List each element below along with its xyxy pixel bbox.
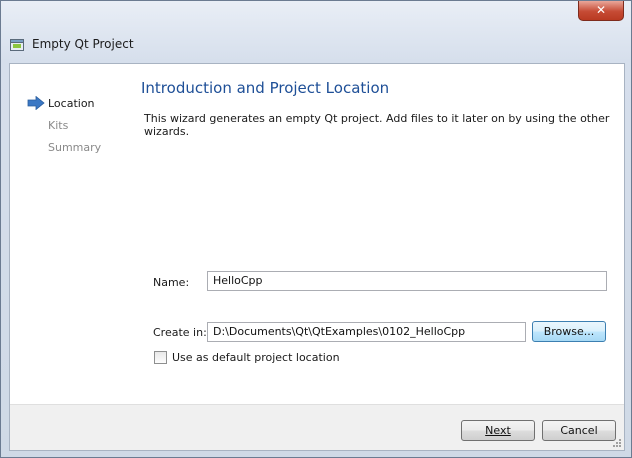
name-label: Name:: [153, 276, 190, 289]
page-description: This wizard generates an empty Qt projec…: [144, 112, 610, 138]
create-in-label: Create in:: [153, 326, 207, 339]
wizard-page: Location Kits Summary Introduction and P…: [10, 64, 624, 404]
sidebar-item-location: Location: [48, 97, 95, 110]
sidebar-item-summary: Summary: [48, 141, 102, 154]
close-button[interactable]: ✕: [578, 1, 624, 21]
resize-grip-icon[interactable]: [612, 438, 622, 448]
wizard-client-area: Location Kits Summary Introduction and P…: [9, 63, 625, 451]
name-field[interactable]: HelloCpp: [207, 271, 607, 291]
default-location-checkbox[interactable]: [154, 351, 167, 364]
next-button[interactable]: Next: [461, 420, 535, 441]
title-bar[interactable]: Empty Qt Project ✕: [1, 1, 631, 63]
create-in-field[interactable]: D:\Documents\Qt\QtExamples\0102_HelloCpp: [207, 322, 526, 342]
window-title: Empty Qt Project: [32, 37, 134, 51]
cancel-button[interactable]: Cancel: [542, 420, 616, 441]
close-icon: ✕: [595, 3, 607, 17]
current-step-arrow-icon: [27, 96, 45, 110]
wizard-window: Empty Qt Project ✕ Location Kits Summary…: [0, 0, 632, 458]
default-location-label[interactable]: Use as default project location: [172, 351, 340, 364]
sidebar-item-kits: Kits: [48, 119, 69, 132]
browse-button[interactable]: Browse...: [532, 321, 606, 342]
qt-project-icon: [10, 39, 24, 51]
button-bar-divider: [10, 404, 624, 405]
page-heading: Introduction and Project Location: [141, 79, 390, 97]
next-button-label: Next: [485, 424, 511, 437]
